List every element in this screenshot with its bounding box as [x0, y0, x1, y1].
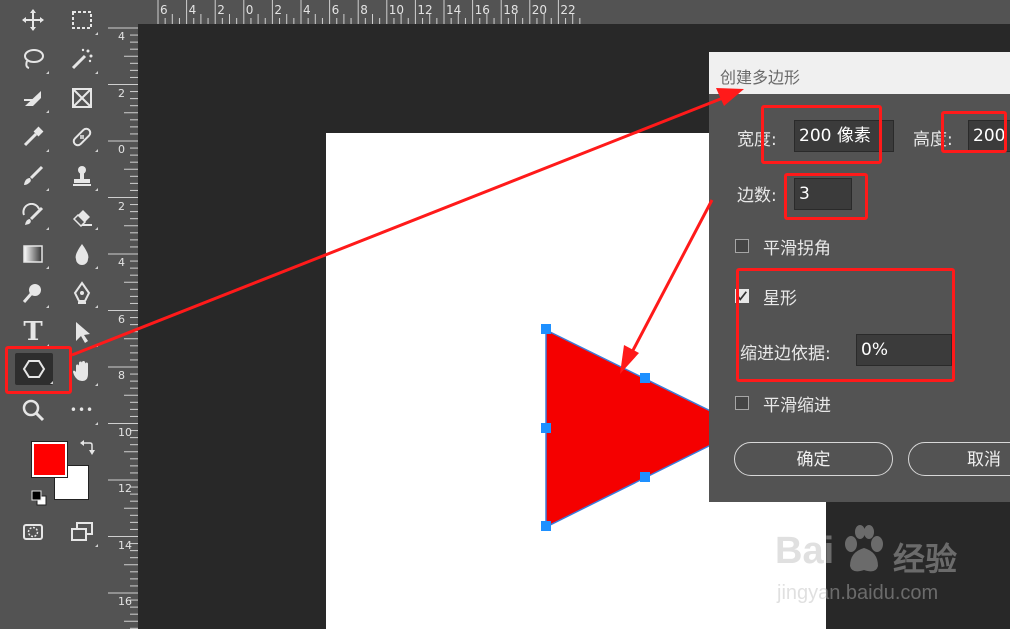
- watermark-brand-right: 经验: [893, 540, 958, 578]
- baidu-jingyan-watermark: Bai 经验 jingyan.baidu.com: [775, 520, 1010, 610]
- arrow-to-dialog-head: [716, 88, 744, 106]
- paw-icon: [845, 525, 883, 572]
- arrow-to-dialog: [71, 94, 729, 357]
- arrow-to-shape-head: [620, 345, 639, 374]
- watermark-url: jingyan.baidu.com: [777, 582, 939, 604]
- arrow-to-shape: [628, 199, 714, 357]
- watermark-brand-left: Bai: [775, 530, 835, 572]
